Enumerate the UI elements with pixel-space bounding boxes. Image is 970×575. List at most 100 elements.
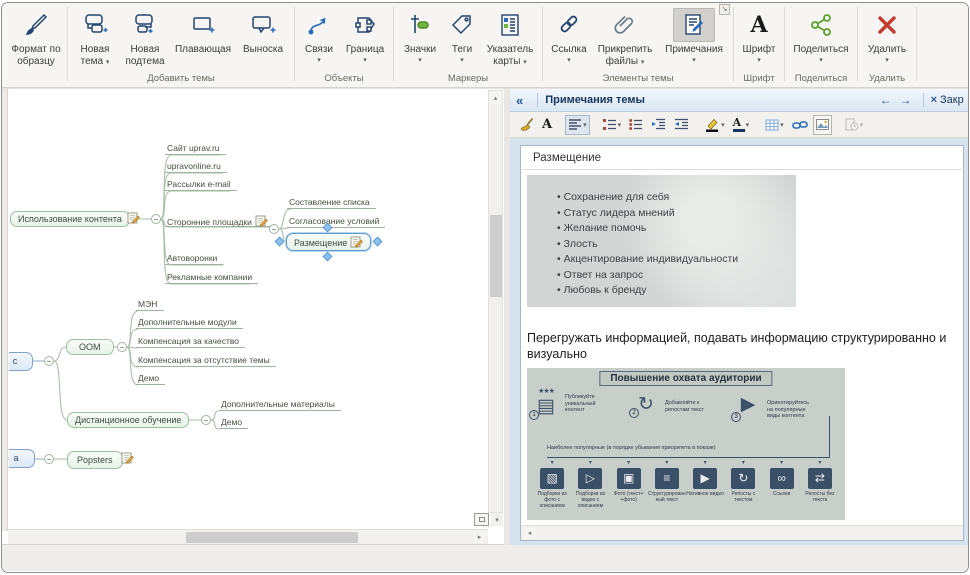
insert-link-icon[interactable] [789, 115, 811, 135]
scroll-left-icon[interactable]: ◂ [523, 527, 536, 539]
collapse-icon[interactable] [44, 356, 54, 366]
link-button[interactable]: Ссылка ▾ [546, 5, 592, 64]
topic-terms[interactable]: Согласование условий [287, 216, 385, 228]
collapse-icon[interactable] [117, 342, 127, 352]
table-icon[interactable]: ▾ [762, 115, 787, 135]
topic-oom[interactable]: ООМ [66, 339, 114, 355]
callout-button[interactable]: Выноска [235, 5, 291, 56]
topic-demo-2[interactable]: Демо [219, 417, 248, 429]
topic-stub-1[interactable]: с [9, 352, 33, 371]
align-icon[interactable]: ▾ [565, 115, 590, 135]
canvas-vertical-scrollbar[interactable]: ▴ [488, 90, 503, 513]
note-icon[interactable] [127, 212, 140, 224]
topic-distance[interactable]: Дистанционное обучение [67, 412, 189, 428]
delete-button[interactable]: Удалить ▾ [861, 5, 913, 64]
floating-topic-button[interactable]: Плавающая [171, 5, 235, 56]
topic-label: Использование контента [18, 214, 122, 224]
font-glyph: A [733, 118, 745, 128]
indent-icon[interactable] [671, 115, 692, 135]
numbered-list-icon[interactable]: ▾ [600, 115, 625, 135]
note-icon[interactable] [121, 452, 134, 464]
topic-comp-quality[interactable]: Компенсация за качество [136, 336, 245, 348]
topic-stub-2[interactable]: а [9, 449, 35, 468]
boundary-button[interactable]: Граница ▾ [340, 5, 390, 64]
links-icon: ∞ [770, 468, 794, 489]
collapse-icon[interactable] [151, 214, 161, 224]
horizontal-scroll-thumb[interactable] [186, 532, 358, 543]
note-image-infographic[interactable]: Повышение охвата аудитории ★★★▤1 Публику… [527, 368, 845, 520]
topic-placement-selected[interactable]: Размещение [286, 233, 371, 251]
notes-horizontal-scrollbar[interactable]: ◂ [521, 525, 963, 540]
content-type-label: Ссылки [773, 491, 791, 497]
ribbon-group-format: Формат по образцу [6, 3, 66, 87]
format-brush-icon[interactable] [516, 115, 537, 135]
topic-materials[interactable]: Дополнительные материалы [219, 399, 341, 411]
forward-icon[interactable]: → [900, 93, 912, 107]
collapse-icon[interactable] [44, 454, 54, 464]
note-image-bullets[interactable]: Сохранение для себя Статус лидера мнений… [527, 175, 796, 307]
map-canvas[interactable]: Использование контента Сайт uprav.ru upr… [9, 89, 488, 529]
vertical-scroll-thumb[interactable] [490, 215, 502, 297]
collapse-panel-icon[interactable]: « [516, 93, 523, 108]
topic-platforms[interactable]: Сторонние площадки [165, 215, 274, 227]
dropdown-caret-icon: ▾ [780, 121, 784, 129]
topic-email[interactable]: Рассылки e-mail [165, 179, 237, 191]
relationships-button[interactable]: Связи ▾ [298, 5, 340, 64]
dialog-launcher-icon[interactable]: ↘ [719, 4, 730, 15]
ribbon-separator [857, 7, 858, 81]
tags-button[interactable]: Теги ▾ [443, 5, 481, 64]
attach-files-button[interactable]: Прикрепить файлы ▾ [592, 5, 658, 68]
note-icon[interactable] [350, 236, 363, 248]
topic-site[interactable]: Сайт uprav.ru [165, 143, 226, 155]
dropdown-caret-icon: ▾ [641, 59, 645, 66]
back-icon[interactable]: ← [880, 93, 892, 107]
slide-bullet: Желание помочь [557, 221, 738, 237]
ribbon-group-topic-elements: Ссылка ▾ Прикрепить файлы ▾ Примечания ▾ [544, 3, 732, 87]
scroll-right-icon[interactable]: ▸ [473, 531, 486, 543]
topic-upravonline[interactable]: upravonline.ru [165, 161, 227, 173]
close-icon[interactable]: × [931, 94, 937, 106]
font-color-icon[interactable]: A▾ [730, 115, 753, 135]
share-button[interactable]: Поделиться ▾ [788, 5, 854, 64]
close-button-label[interactable]: Закрыть [940, 94, 964, 106]
collapse-icon[interactable] [201, 415, 211, 425]
outdent-icon[interactable] [648, 115, 669, 135]
topic-ads[interactable]: Рекламные компании [165, 272, 258, 284]
format-painter-button[interactable]: Формат по образцу [8, 5, 64, 67]
new-topic-button[interactable]: Новая тема ▾ [71, 5, 119, 68]
collapse-icon[interactable] [269, 224, 279, 234]
font-glyph: A [542, 118, 552, 131]
icons-button[interactable]: Значки ▾ [397, 5, 443, 64]
scroll-down-icon[interactable]: ▾ [491, 513, 503, 526]
history-icon[interactable]: ▾ [842, 115, 867, 135]
map-index-button[interactable]: Указатель карты ▾ [481, 5, 539, 68]
topic-modules[interactable]: Дополнительные модули [136, 317, 243, 329]
note-editor[interactable]: Размещение Сохранение для себя Статус ли… [520, 145, 964, 541]
bullet-list-icon[interactable] [626, 115, 646, 135]
topic-comp-absence[interactable]: Компенсация за отсутствие темы [136, 355, 276, 367]
topic-funnels[interactable]: Автоворонки [165, 253, 223, 265]
insert-image-icon[interactable] [813, 115, 832, 135]
font-dialog-icon[interactable]: A [539, 115, 555, 135]
button-label: Значки [404, 44, 436, 56]
title-divider [522, 169, 962, 170]
slide-bullet: Любовь к бренду [557, 283, 738, 299]
slide-bullet: Ответ на запрос [557, 268, 738, 284]
canvas-horizontal-scrollbar[interactable]: ▸ [8, 529, 488, 544]
topic-demo-1[interactable]: Демо [136, 373, 165, 385]
scroll-up-icon[interactable]: ▴ [489, 91, 502, 104]
note-icon[interactable] [255, 215, 268, 227]
topic-popsters[interactable]: Popsters [67, 451, 123, 469]
link-icon [548, 8, 590, 42]
button-label: Шрифт [743, 44, 776, 56]
topic-label: Рассылки e-mail [167, 179, 231, 189]
topic-usage[interactable]: Использование контента [10, 211, 130, 227]
topic-men[interactable]: МЭН [136, 299, 164, 311]
native-video-icon: ▶ [693, 468, 717, 489]
topic-listing[interactable]: Составление списка [287, 197, 376, 209]
highlight-icon[interactable]: ▾ [702, 115, 728, 135]
new-subtopic-button[interactable]: Новая подтема [119, 5, 171, 67]
ribbon-separator [67, 7, 68, 81]
map-overview-button[interactable] [474, 513, 489, 526]
font-button[interactable]: A Шрифт ▾ [737, 5, 781, 64]
